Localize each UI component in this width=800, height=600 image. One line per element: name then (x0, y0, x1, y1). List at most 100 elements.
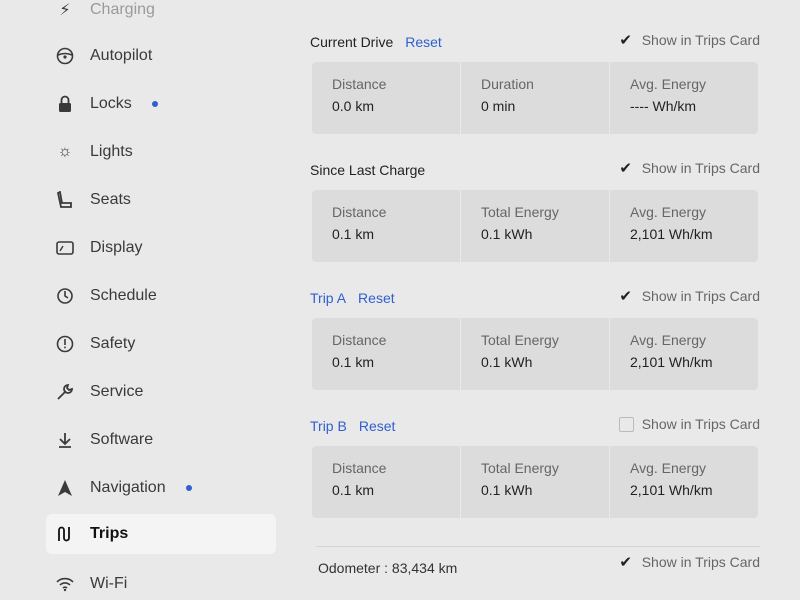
trips-icon (54, 523, 76, 545)
trip-a-reset-button[interactable]: Reset (358, 290, 395, 306)
stat-cell: Distance 0.1 km (312, 190, 461, 262)
since-last-charge-show-toggle[interactable]: ✔ Show in Trips Card (618, 160, 760, 177)
sidebar-item-label: Navigation (90, 479, 166, 496)
odometer-toggle-row: ✔ Show in Trips Card (310, 552, 760, 576)
sidebar-item-navigation[interactable]: Navigation (46, 468, 276, 508)
odometer-show-toggle[interactable]: ✔ Show in Trips Card (618, 554, 760, 571)
sidebar-item-schedule[interactable]: Schedule (46, 276, 276, 316)
stat-value: 0.1 kWh (481, 354, 533, 370)
trip-b-header: Trip B Reset Show in Trips Card (310, 414, 760, 438)
sidebar-item-seats[interactable]: Seats (46, 180, 276, 220)
stat-label: Total Energy (481, 460, 559, 476)
lock-icon (54, 93, 76, 115)
sidebar-item-label: Display (90, 239, 143, 256)
stat-label: Duration (481, 76, 534, 92)
stat-value: 0.1 km (332, 482, 375, 498)
stat-label: Avg. Energy (630, 460, 707, 476)
current-drive-card: Distance 0.0 km Duration 0 min Avg. Ener… (312, 62, 758, 134)
checkbox-empty-icon (618, 416, 634, 432)
show-label: Show in Trips Card (641, 554, 760, 570)
sidebar-item-label: Seats (90, 191, 131, 208)
show-label: Show in Trips Card (641, 160, 760, 176)
sidebar-item-label: Trips (90, 525, 129, 542)
stat-cell: Distance 0.1 km (312, 446, 461, 518)
trip-a-header: Trip A Reset ✔ Show in Trips Card (310, 286, 760, 310)
stat-label: Avg. Energy (630, 332, 707, 348)
sidebar-item-label: Charging (90, 1, 155, 18)
section-title: Since Last Charge (310, 162, 426, 178)
stat-value: 0.1 km (332, 354, 375, 370)
show-label: Show in Trips Card (641, 288, 760, 304)
seat-icon (54, 189, 76, 211)
show-label: Show in Trips Card (641, 32, 760, 48)
sidebar-item-lights[interactable]: ☼ Lights (46, 132, 276, 172)
stat-value: 2,101 Wh/km (630, 226, 713, 242)
sidebar-item-charging[interactable]: ⚡ Charging (46, 0, 276, 30)
checkmark-icon: ✔ (619, 160, 632, 177)
stat-label: Total Energy (481, 204, 559, 220)
section-title: Trip A (310, 290, 347, 306)
stat-label: Distance (332, 76, 387, 92)
current-drive-reset-button[interactable]: Reset (405, 34, 442, 50)
trip-b-show-toggle[interactable]: Show in Trips Card (618, 416, 760, 432)
steering-wheel-icon (54, 45, 76, 67)
trip-b-card: Distance 0.1 km Total Energy 0.1 kWh Avg… (312, 446, 758, 518)
stat-label: Avg. Energy (630, 76, 707, 92)
schedule-icon (54, 285, 76, 307)
stat-cell: Avg. Energy 2,101 Wh/km (610, 446, 758, 518)
sidebar-item-locks[interactable]: Locks (46, 84, 276, 124)
stat-cell: Avg. Energy 2,101 Wh/km (610, 318, 758, 390)
charging-icon: ⚡ (59, 2, 71, 19)
show-label: Show in Trips Card (641, 416, 760, 432)
sidebar-item-service[interactable]: Service (46, 372, 276, 412)
stat-label: Total Energy (481, 332, 559, 348)
display-icon (54, 237, 76, 259)
stat-label: Distance (332, 332, 387, 348)
stat-value: 0 min (481, 98, 516, 114)
stat-cell: Total Energy 0.1 kWh (461, 318, 610, 390)
stat-cell: Total Energy 0.1 kWh (461, 190, 610, 262)
stat-value: 0.1 kWh (481, 482, 533, 498)
checkmark-icon: ✔ (619, 32, 632, 49)
safety-icon (54, 333, 76, 355)
trip-a-show-toggle[interactable]: ✔ Show in Trips Card (618, 288, 760, 305)
stat-value: 0.1 km (332, 226, 375, 242)
stat-value: 2,101 Wh/km (630, 482, 713, 498)
sidebar-item-autopilot[interactable]: Autopilot (46, 36, 276, 76)
download-icon (54, 429, 76, 451)
trip-b-reset-button[interactable]: Reset (359, 418, 396, 434)
current-drive-header: Current Drive Reset ✔ Show in Trips Card (310, 30, 760, 54)
sidebar-item-label: Schedule (90, 287, 157, 304)
stat-cell: Distance 0.0 km (312, 62, 461, 134)
section-title: Trip B (310, 418, 347, 434)
trip-a-card: Distance 0.1 km Total Energy 0.1 kWh Avg… (312, 318, 758, 390)
notification-dot (185, 485, 192, 491)
stat-cell: Duration 0 min (461, 62, 610, 134)
sidebar-item-label: Safety (90, 335, 136, 352)
wrench-icon (54, 381, 76, 403)
sidebar-item-display[interactable]: Display (46, 228, 276, 268)
navigation-icon (54, 477, 76, 499)
since-last-charge-card: Distance 0.1 km Total Energy 0.1 kWh Avg… (312, 190, 758, 262)
stat-label: Distance (332, 460, 387, 476)
divider (316, 546, 760, 547)
light-icon: ☼ (57, 143, 73, 160)
checkmark-icon: ✔ (619, 554, 632, 571)
settings-sidebar: ⚡ Charging Autopilot Locks ☼ Lights Seat… (0, 0, 290, 600)
stat-value: 2,101 Wh/km (630, 354, 713, 370)
wifi-icon (54, 573, 76, 595)
stat-label: Avg. Energy (630, 204, 707, 220)
sidebar-item-trips[interactable]: Trips (46, 514, 276, 554)
sidebar-item-label: Software (90, 431, 154, 448)
sidebar-item-label: Wi-Fi (90, 575, 128, 592)
stat-label: Distance (332, 204, 387, 220)
sidebar-item-wifi[interactable]: Wi-Fi (46, 564, 276, 600)
sidebar-item-label: Autopilot (90, 47, 153, 64)
current-drive-show-toggle[interactable]: ✔ Show in Trips Card (618, 32, 760, 49)
stat-value: 0.1 kWh (481, 226, 533, 242)
sidebar-item-software[interactable]: Software (46, 420, 276, 460)
since-last-charge-header: Since Last Charge ✔ Show in Trips Card (310, 158, 760, 182)
sidebar-item-safety[interactable]: Safety (46, 324, 276, 364)
section-title: Current Drive (310, 34, 394, 50)
sidebar-item-label: Service (90, 383, 144, 400)
